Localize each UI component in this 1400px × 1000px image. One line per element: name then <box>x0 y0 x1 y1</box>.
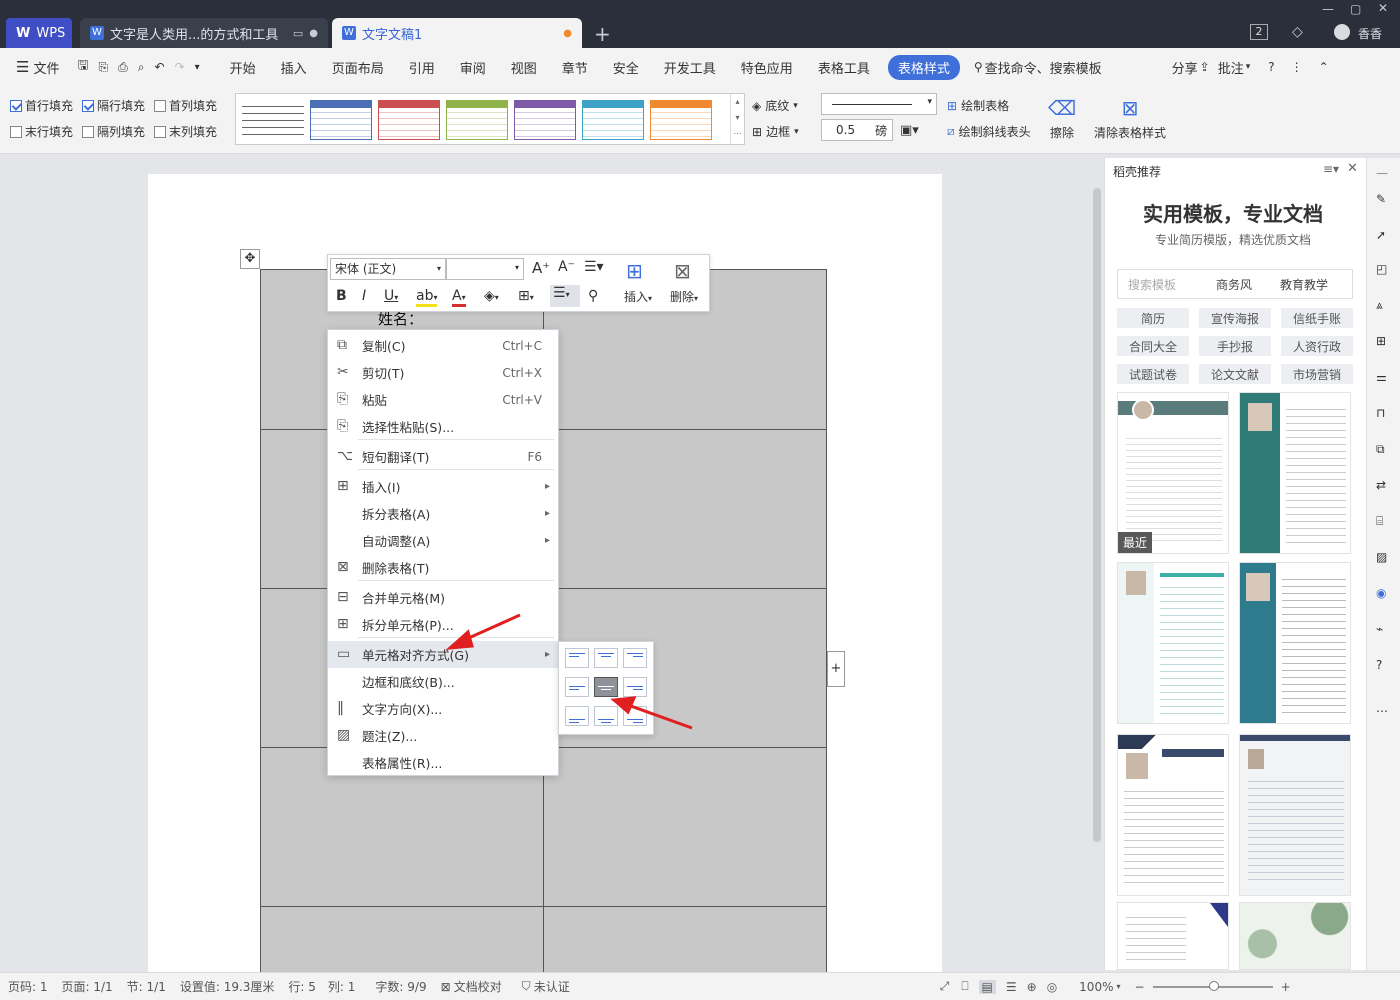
zoom-in-button[interactable]: + <box>1281 980 1291 994</box>
panel-header[interactable]: 稻壳推荐 <box>1113 163 1161 180</box>
template-tag[interactable]: 人资行政 <box>1281 336 1353 356</box>
template-thumbnail[interactable] <box>1239 734 1351 896</box>
template-thumbnail[interactable] <box>1117 562 1229 724</box>
panel-subtitle: 专业简历模版，精选优质文档 <box>1154 233 1311 247</box>
status-proof[interactable]: 文档校对 <box>454 978 502 995</box>
template-tag[interactable]: 论文文献 <box>1199 364 1271 384</box>
help-icon[interactable]: ? <box>1376 658 1392 674</box>
template-icon[interactable]: ◉ <box>1376 586 1392 602</box>
template-tag[interactable]: 简历 <box>1117 308 1189 328</box>
template-search-input[interactable]: 搜索模板 <box>1128 276 1208 293</box>
shapes-icon[interactable]: ◰ <box>1376 262 1392 278</box>
outline-view-icon[interactable]: ☰ <box>1006 980 1017 994</box>
proof-icon: ⊠ <box>440 979 451 994</box>
activity-icon[interactable]: ⌁ <box>1376 622 1392 638</box>
template-thumbnail[interactable] <box>1117 734 1229 896</box>
template-thumbnail[interactable]: 最近 <box>1117 392 1229 554</box>
template-search-box[interactable]: 搜索模板 商务风 教育教学 <box>1117 269 1353 299</box>
zoom-select[interactable]: 100% <box>1079 980 1113 994</box>
settings-sliders-icon[interactable]: ⚌ <box>1376 370 1392 386</box>
search-tab-education[interactable]: 教育教学 <box>1280 276 1328 293</box>
zoom-slider-thumb[interactable] <box>1208 980 1219 991</box>
web-view-icon[interactable]: ⊕ <box>1027 980 1037 994</box>
table-icon[interactable]: ⊞ <box>1376 334 1392 350</box>
template-thumbnail[interactable] <box>1117 902 1229 970</box>
fullscreen-icon[interactable]: ⤢ <box>940 979 950 994</box>
panel-menu-icon[interactable]: ≡▾ <box>1323 162 1339 176</box>
status-bar: 页码: 1 页面: 1/1 节: 1/1 设置值: 19.3厘米 行: 5 列:… <box>0 972 1400 1000</box>
panel-close-icon[interactable]: ✕ <box>1347 161 1358 176</box>
status-page-num[interactable]: 页码: 1 <box>8 978 48 995</box>
status-words[interactable]: 字数: 9/9 <box>375 978 426 995</box>
template-tag[interactable]: 信纸手账 <box>1281 308 1353 328</box>
shield-icon: ⛉ <box>521 979 531 993</box>
template-tag[interactable]: 市场营销 <box>1281 364 1353 384</box>
pen-icon[interactable]: ✎ <box>1376 192 1392 208</box>
more-icon[interactable]: ⋯ <box>1376 704 1392 720</box>
status-section[interactable]: 节: 1/1 <box>127 978 166 995</box>
page-view-icon[interactable]: ▤ <box>978 979 996 994</box>
zoom-slider[interactable] <box>1152 980 1273 991</box>
status-cert[interactable]: 未认证 <box>534 978 570 995</box>
template-thumbnail[interactable] <box>1239 562 1351 724</box>
template-thumbnail[interactable] <box>1239 392 1351 554</box>
status-pages[interactable]: 页面: 1/1 <box>62 978 113 995</box>
panel-title: 实用模板，专业文档 <box>1143 202 1323 226</box>
template-thumbnail[interactable] <box>1239 902 1351 970</box>
template-tag[interactable]: 手抄报 <box>1199 336 1271 356</box>
status-setting[interactable]: 设置值: 19.3厘米 <box>180 978 275 995</box>
collapse-icon[interactable]: — <box>1376 166 1392 182</box>
image-icon[interactable]: ▨ <box>1376 550 1392 566</box>
read-mode-icon[interactable]: ⎕ <box>961 979 968 994</box>
zoom-out-button[interactable]: − <box>1135 980 1145 994</box>
template-tag[interactable]: 试题试卷 <box>1117 364 1189 384</box>
status-row[interactable]: 行: 5 <box>288 978 316 995</box>
gallery-icon[interactable]: ⧉ <box>1376 442 1392 458</box>
translate-icon[interactable]: ⇄ <box>1376 478 1392 494</box>
lock-icon[interactable]: ⊓ <box>1376 406 1392 422</box>
recent-badge: 最近 <box>1118 532 1153 553</box>
chevron-down-icon[interactable]: ▾ <box>1116 982 1120 991</box>
style-icon[interactable]: ⩓ <box>1376 298 1392 314</box>
template-tag[interactable]: 合同大全 <box>1117 336 1189 356</box>
side-icon-bar: — ✎ ➚ ◰ ⩓ ⊞ ⚌ ⊓ ⧉ ⇄ ⌸ ▨ ◉ ⌁ ? ⋯ <box>1366 158 1400 970</box>
eye-protect-icon[interactable]: ◎ <box>1047 980 1057 994</box>
template-panel: 稻壳推荐 ≡▾ ✕ 实用模板，专业文档 专业简历模版，精选优质文档 搜索模板 商… <box>1104 158 1366 970</box>
pointer-icon[interactable]: ➚ <box>1376 228 1392 244</box>
document-scrollbar[interactable] <box>1090 158 1104 970</box>
template-tag[interactable]: 宣传海报 <box>1199 308 1271 328</box>
search-tab-business[interactable]: 商务风 <box>1216 276 1252 293</box>
status-col[interactable]: 列: 1 <box>328 978 356 995</box>
box-icon[interactable]: ⌸ <box>1376 514 1392 530</box>
